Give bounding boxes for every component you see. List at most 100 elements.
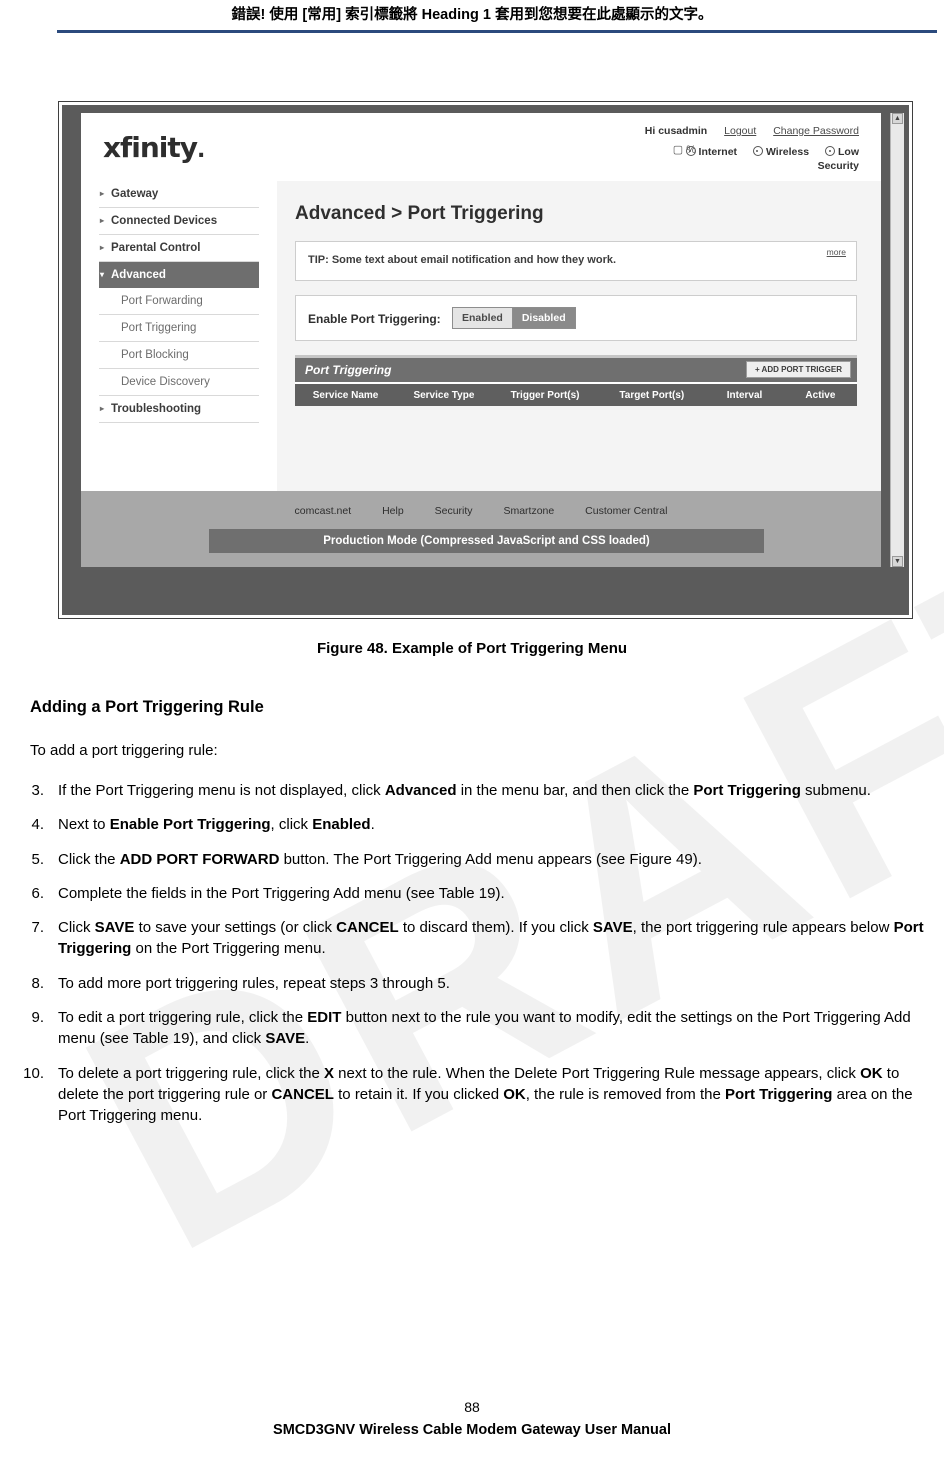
chevron-right-icon: ▸: [100, 216, 105, 225]
document-header: 錯誤! 使用 [常用] 索引標籤將 Heading 1 套用到您想要在此處顯示的…: [0, 0, 944, 36]
list-item: 10. To delete a port triggering rule, cli…: [10, 1063, 935, 1127]
column-header-active: Active: [805, 389, 836, 401]
column-header-interval: Interval: [726, 389, 763, 401]
page-title: Advanced > Port Triggering: [295, 203, 544, 224]
column-header-trigger-ports: Trigger Port(s): [510, 389, 580, 401]
sidebar-subitem-device-discovery[interactable]: Device Discovery: [99, 369, 259, 396]
sidebar-subitem-port-forwarding[interactable]: Port Forwarding: [99, 288, 259, 315]
scroll-up-icon[interactable]: ▲: [892, 113, 903, 124]
status-security-label2: Security: [817, 160, 859, 172]
gear-icon: [685, 146, 696, 156]
step-text: Click the ADD PORT FORWARD button. The P…: [58, 850, 702, 868]
production-mode-banner: Production Mode (Compressed JavaScript a…: [209, 529, 764, 553]
list-item: 5. Click the ADD PORT FORWARD button. The…: [10, 849, 935, 870]
list-item: 9. To edit a port triggering rule, click …: [10, 1007, 935, 1050]
sidebar-item-connected-devices[interactable]: ▸ Connected Devices: [99, 208, 259, 235]
toggle-enabled-option[interactable]: Enabled: [453, 308, 513, 328]
figure-screenshot: xfinity. Hi cusadmin Logout Change Passw…: [58, 101, 913, 619]
footer-link-customer-central[interactable]: Customer Central: [585, 505, 667, 517]
toggle-disabled-option[interactable]: Disabled: [512, 308, 575, 328]
status-internet-label: Internet: [698, 146, 738, 158]
sidebar-item-label: Troubleshooting: [111, 403, 202, 415]
sidebar-subitem-label: Port Forwarding: [121, 295, 203, 307]
section-heading: Adding a Port Triggering Rule: [30, 698, 264, 716]
step-number: 10.: [23, 1064, 44, 1082]
intro-text: To add a port triggering rule:: [30, 742, 218, 759]
browser-window-frame: xfinity. Hi cusadmin Logout Change Passw…: [62, 105, 909, 615]
chevron-down-icon: ▾: [100, 270, 105, 279]
list-item: 6. Complete the fields in the Port Trigge…: [10, 883, 935, 904]
chevron-right-icon: ▸: [100, 404, 105, 413]
column-header-target-ports: Target Port(s): [619, 389, 685, 401]
header-error-text: 錯誤! 使用 [常用] 索引標籤將 Heading 1 套用到您想要在此處顯示的…: [231, 7, 713, 23]
status-wireless-label: Wireless: [765, 146, 810, 158]
xfinity-logo-text: xfinity: [103, 131, 198, 164]
document-footer-title: SMCD3GNV Wireless Cable Modem Gateway Us…: [273, 1422, 671, 1438]
page-number: 88: [464, 1399, 480, 1415]
enable-port-triggering-panel: Enable Port Triggering: Enabled Disabled: [295, 295, 857, 341]
status-security[interactable]: Low: [825, 145, 859, 158]
site-footer: comcast.net Help Security Smartzone Cust…: [81, 491, 881, 567]
wireless-icon: [752, 146, 763, 156]
status-security-label: Low: [838, 146, 859, 158]
footer-link-smartzone[interactable]: Smartzone: [503, 505, 554, 517]
gateway-admin-page: xfinity. Hi cusadmin Logout Change Passw…: [81, 113, 881, 567]
footer-link-security[interactable]: Security: [435, 505, 473, 517]
list-item: 3. If the Port Triggering menu is not dis…: [10, 780, 935, 801]
sidebar-item-gateway[interactable]: ▸ Gateway: [99, 181, 259, 208]
site-header: xfinity. Hi cusadmin Logout Change Passw…: [81, 113, 881, 182]
footer-links: comcast.net Help Security Smartzone Cust…: [81, 505, 881, 517]
status-internet[interactable]: Internet: [685, 145, 738, 158]
sidebar-item-label: Gateway: [111, 188, 159, 200]
enable-port-triggering-label: Enable Port Triggering:: [308, 312, 441, 326]
step-number: 6.: [31, 884, 44, 902]
sidebar-item-label: Advanced: [111, 269, 166, 281]
tip-more-link[interactable]: more: [827, 247, 846, 257]
account-links: Hi cusadmin Logout Change Password: [645, 125, 859, 137]
step-text: If the Port Triggering menu is not displ…: [58, 782, 871, 799]
step-number: 5.: [31, 850, 44, 868]
sidebar-subitem-port-triggering[interactable]: Port Triggering: [99, 315, 259, 342]
greeting-text: Hi cusadmin: [644, 125, 708, 137]
sidebar-subitem-label: Port Blocking: [121, 349, 189, 361]
step-text: To delete a port triggering rule, click …: [58, 1064, 913, 1125]
xfinity-logo-dot: .: [197, 138, 205, 163]
step-text: To edit a port triggering rule, click th…: [58, 1009, 911, 1048]
step-number: 3.: [31, 782, 44, 799]
tip-panel: TIP: Some text about email notification …: [295, 241, 857, 281]
column-header-service-name: Service Name: [312, 389, 379, 401]
tip-text: TIP: Some text about email notification …: [308, 254, 617, 266]
column-header-service-type: Service Type: [413, 389, 475, 401]
step-text: Click SAVE to save your settings (or cli…: [58, 919, 924, 958]
status-wireless[interactable]: Wireless: [752, 145, 810, 158]
step-number: 9.: [31, 1009, 44, 1027]
table-header-row: Service Name Service Type Trigger Port(s…: [295, 382, 857, 406]
figure-caption: Figure 48. Example of Port Triggering Me…: [316, 640, 628, 657]
add-port-trigger-button[interactable]: + ADD PORT TRIGGER: [745, 361, 851, 378]
sidebar-item-advanced[interactable]: ▾ Advanced: [99, 262, 259, 288]
shield-icon: [825, 146, 835, 156]
table-title-bar: Port Triggering + ADD PORT TRIGGER: [295, 355, 857, 382]
sidebar-subitem-port-blocking[interactable]: Port Blocking: [99, 342, 259, 369]
sidebar-item-label: Parental Control: [111, 242, 201, 254]
scroll-down-icon[interactable]: ▼: [892, 556, 903, 567]
chevron-right-icon: ▸: [100, 189, 105, 198]
browser-scrollbar[interactable]: ▲ ▼: [890, 113, 904, 567]
footer-link-help[interactable]: Help: [382, 505, 404, 517]
sidebar-item-parental-control[interactable]: ▸ Parental Control: [99, 235, 259, 262]
step-text: Next to Enable Port Triggering, click En…: [58, 816, 375, 834]
change-password-link[interactable]: Change Password: [773, 125, 859, 137]
list-item: 4. Next to Enable Port Triggering, click …: [10, 814, 935, 835]
enable-port-triggering-toggle[interactable]: Enabled Disabled: [452, 307, 576, 329]
step-text: Complete the fields in the Port Triggeri…: [58, 884, 505, 902]
status-indicators: Internet Wireless Low Security: [673, 145, 859, 172]
sidebar-item-troubleshooting[interactable]: ▸ Troubleshooting: [99, 396, 259, 423]
step-number: 4.: [31, 816, 44, 834]
step-text: To add more port triggering rules, repea…: [58, 974, 450, 992]
port-triggering-table: Port Triggering + ADD PORT TRIGGER Servi…: [295, 355, 857, 406]
xfinity-logo: xfinity.: [103, 131, 205, 164]
chevron-right-icon: ▸: [100, 243, 105, 252]
list-item: 7. Click SAVE to save your settings (or c…: [10, 917, 935, 960]
footer-link-comcast[interactable]: comcast.net: [295, 505, 352, 517]
logout-link[interactable]: Logout: [724, 125, 756, 137]
